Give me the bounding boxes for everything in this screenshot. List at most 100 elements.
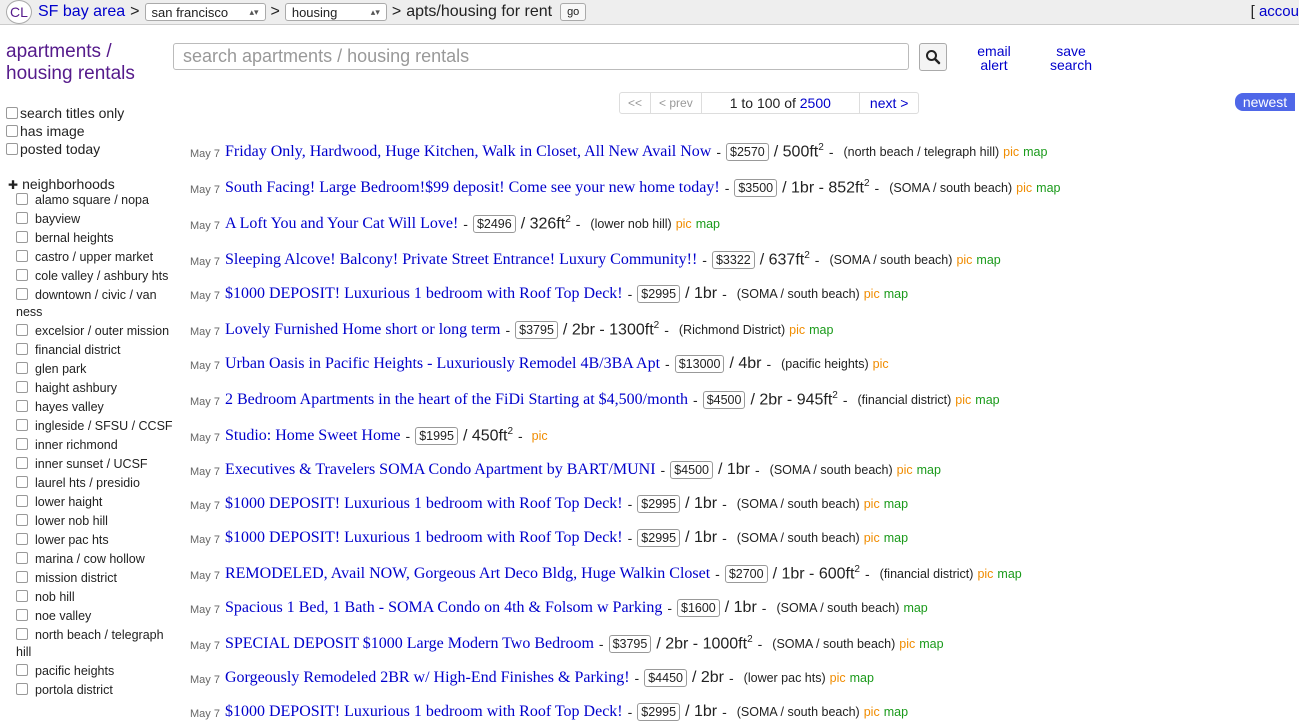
checkbox[interactable] [16, 438, 28, 450]
listing-title-link[interactable]: Spacious 1 Bed, 1 Bath - SOMA Condo on 4… [225, 599, 662, 617]
listing-title-link[interactable]: SPECIAL DEPOSIT $1000 Large Modern Two B… [225, 635, 594, 653]
go-button[interactable]: go [560, 3, 587, 21]
checkbox[interactable] [16, 571, 28, 583]
checkbox[interactable] [16, 193, 28, 205]
checkbox[interactable] [16, 457, 28, 469]
neighborhood-item[interactable]: bayview [16, 211, 176, 228]
checkbox[interactable] [16, 609, 28, 621]
listing-map-link[interactable]: map [884, 287, 908, 301]
category-select[interactable]: housing ▴▾ [284, 3, 387, 21]
listing-title-link[interactable]: Gorgeously Remodeled 2BR w/ High-End Fin… [225, 669, 630, 687]
neighborhood-item[interactable]: excelsior / outer mission [16, 323, 176, 340]
checkbox[interactable] [16, 343, 28, 355]
listing-map-link[interactable]: map [1036, 181, 1060, 195]
listing-map-link[interactable]: map [884, 531, 908, 545]
filter-has-image[interactable]: has image [6, 122, 124, 140]
save-search-link[interactable]: save search [1046, 44, 1096, 72]
neighborhood-item[interactable]: glen park [16, 361, 176, 378]
neighborhood-item[interactable]: inner sunset / UCSF [16, 456, 176, 473]
listing-map-link[interactable]: map [975, 393, 999, 407]
listing-title-link[interactable]: $1000 DEPOSIT! Luxurious 1 bedroom with … [225, 703, 623, 721]
listing-map-link[interactable]: map [884, 497, 908, 511]
listing-title-link[interactable]: Studio: Home Sweet Home [225, 427, 401, 445]
neighborhood-item[interactable]: ingleside / SFSU / CCSF [16, 418, 176, 435]
neighborhood-item[interactable]: alamo square / nopa [16, 192, 176, 209]
neighborhood-item[interactable]: castro / upper market [16, 249, 176, 266]
next-page-button[interactable]: next > [860, 93, 919, 113]
checkbox[interactable] [16, 495, 28, 507]
checkbox[interactable] [16, 419, 28, 431]
area-select[interactable]: san francisco ▴▾ [144, 3, 266, 21]
listing-map-link[interactable]: map [976, 253, 1000, 267]
listing-title-link[interactable]: A Loft You and Your Cat Will Love! [225, 215, 458, 233]
email-alert-link[interactable]: email alert [974, 44, 1014, 72]
checkbox[interactable] [16, 552, 28, 564]
listing-map-link[interactable]: map [696, 217, 720, 231]
neighborhood-item[interactable]: financial district [16, 342, 176, 359]
checkbox[interactable] [16, 231, 28, 243]
listing-title-link[interactable]: South Facing! Large Bedroom!$99 deposit!… [225, 179, 720, 197]
filter-search-titles[interactable]: search titles only [6, 104, 124, 122]
listing-map-link[interactable]: map [850, 671, 874, 685]
neighborhood-item[interactable]: noe valley [16, 608, 176, 625]
checkbox[interactable] [6, 107, 18, 119]
checkbox[interactable] [16, 664, 28, 676]
listing-title-link[interactable]: Lovely Furnished Home short or long term [225, 321, 501, 339]
neighborhood-item[interactable]: lower pac hts [16, 532, 176, 549]
search-input[interactable]: search apartments / housing rentals [173, 43, 909, 70]
neighborhood-item[interactable]: hayes valley [16, 399, 176, 416]
neighborhood-item[interactable]: lower nob hill [16, 513, 176, 530]
area-link[interactable]: SF bay area [38, 3, 125, 21]
neighborhood-item[interactable]: mission district [16, 570, 176, 587]
search-button[interactable] [919, 43, 947, 71]
neighborhood-item[interactable]: lower haight [16, 494, 176, 511]
checkbox[interactable] [16, 628, 28, 640]
neighborhood-item[interactable]: cole valley / ashbury hts [16, 268, 176, 285]
neighborhood-item[interactable]: inner richmond [16, 437, 176, 454]
neighborhood-item[interactable]: laurel hts / presidio [16, 475, 176, 492]
checkbox[interactable] [16, 324, 28, 336]
listing-title-link[interactable]: Sleeping Alcove! Balcony! Private Street… [225, 251, 697, 269]
neighborhood-item[interactable]: portola district [16, 682, 176, 699]
checkbox[interactable] [16, 362, 28, 374]
checkbox[interactable] [16, 381, 28, 393]
listing-map-link[interactable]: map [809, 323, 833, 337]
checkbox[interactable] [16, 400, 28, 412]
listing-title-link[interactable]: REMODELED, Avail NOW, Gorgeous Art Deco … [225, 565, 710, 583]
listing-map-link[interactable]: map [917, 463, 941, 477]
checkbox[interactable] [16, 533, 28, 545]
listing-map-link[interactable]: map [1023, 145, 1047, 159]
first-page-button[interactable]: << [620, 93, 652, 113]
checkbox[interactable] [16, 514, 28, 526]
listing-map-link[interactable]: map [903, 601, 927, 615]
listing-title-link[interactable]: 2 Bedroom Apartments in the heart of the… [225, 391, 688, 409]
listing-title-link[interactable]: $1000 DEPOSIT! Luxurious 1 bedroom with … [225, 529, 623, 547]
neighborhood-item[interactable]: haight ashbury [16, 380, 176, 397]
checkbox[interactable] [16, 683, 28, 695]
filter-posted-today[interactable]: posted today [6, 140, 124, 158]
listing-title-link[interactable]: $1000 DEPOSIT! Luxurious 1 bedroom with … [225, 285, 623, 303]
checkbox[interactable] [16, 476, 28, 488]
listing-title-link[interactable]: Urban Oasis in Pacific Heights - Luxurio… [225, 355, 660, 373]
neighborhood-item[interactable]: bernal heights [16, 230, 176, 247]
neighborhood-item[interactable]: pacific heights [16, 663, 176, 680]
neighborhood-item[interactable]: marina / cow hollow [16, 551, 176, 568]
checkbox[interactable] [16, 250, 28, 262]
checkbox[interactable] [6, 125, 18, 137]
checkbox[interactable] [16, 288, 28, 300]
checkbox[interactable] [16, 590, 28, 602]
neighborhood-item[interactable]: north beach / telegraph hill [16, 627, 176, 661]
listing-map-link[interactable]: map [884, 705, 908, 719]
listing-title-link[interactable]: Friday Only, Hardwood, Huge Kitchen, Wal… [225, 143, 711, 161]
category-title[interactable]: apartments / housing rentals [6, 41, 135, 85]
listing-map-link[interactable]: map [997, 567, 1021, 581]
listing-map-link[interactable]: map [919, 637, 943, 651]
checkbox[interactable] [16, 212, 28, 224]
neighborhoods-toggle[interactable]: ✚ neighborhoods [8, 176, 115, 192]
listing-title-link[interactable]: Executives & Travelers SOMA Condo Apartm… [225, 461, 656, 479]
sort-newest-button[interactable]: newest [1235, 93, 1295, 111]
prev-page-button[interactable]: < prev [651, 93, 702, 113]
neighborhood-item[interactable]: downtown / civic / van ness [16, 287, 176, 321]
listing-title-link[interactable]: $1000 DEPOSIT! Luxurious 1 bedroom with … [225, 495, 623, 513]
craigslist-logo[interactable]: CL [6, 0, 32, 24]
